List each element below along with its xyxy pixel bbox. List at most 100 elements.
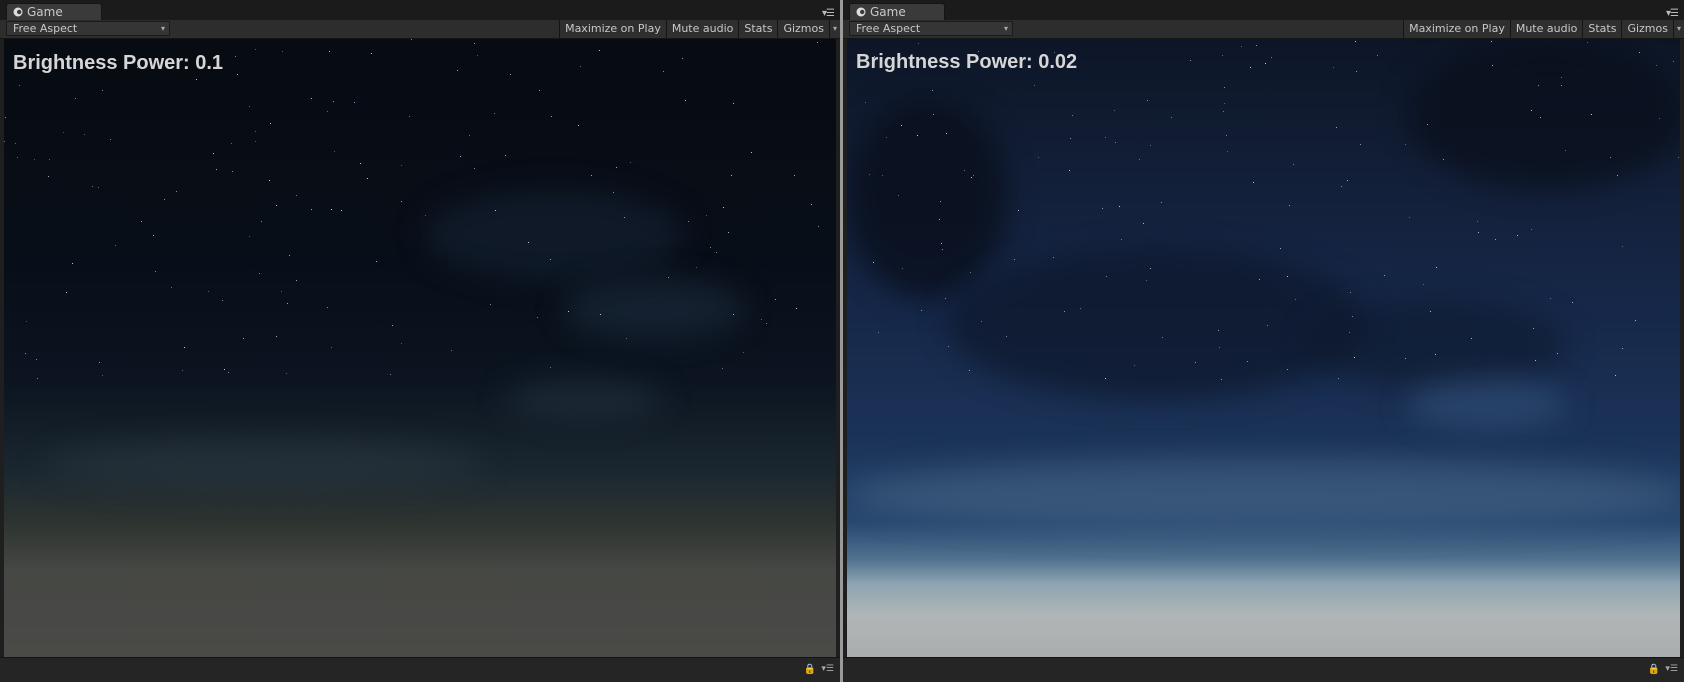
star [1080,308,1081,309]
star [216,169,217,170]
star [722,368,723,369]
mute-audio-button[interactable]: Mute audio [665,20,739,38]
star [539,90,540,91]
star [1147,100,1148,101]
star [1673,61,1674,62]
star [1226,135,1227,136]
stats-button[interactable]: Stats [738,20,778,38]
star [1622,246,1623,247]
star [688,221,689,222]
menu-icon[interactable]: ▾☰ [821,664,834,674]
star [213,153,214,154]
star [624,217,625,218]
game-toolbar: Free Aspect ▾ Maximize on Play Mute audi… [843,20,1684,39]
star [392,325,393,326]
star [1347,180,1348,181]
star [34,159,35,160]
star [1550,298,1551,299]
star [84,134,85,135]
star [723,207,724,208]
star [243,338,244,339]
star [102,90,103,91]
aspect-dropdown[interactable]: Free Aspect ▾ [849,21,1013,36]
star [1517,235,1518,236]
lock-icon[interactable]: 🔒 [804,664,816,675]
brightness-label: Brightness Power: 0.02 [856,51,1078,73]
star [682,58,683,59]
menu-icon[interactable]: ▾☰ [1666,8,1679,19]
star [600,314,601,315]
star [1405,358,1406,359]
star [1535,360,1536,361]
star [17,157,18,158]
star [1195,362,1196,363]
star [1561,85,1562,86]
star [1471,338,1472,339]
star [528,242,529,243]
star [1143,223,1144,224]
gizmos-dropdown-icon[interactable]: ▾ [828,20,840,38]
tab-game[interactable]: Game [6,3,102,20]
star [341,210,342,211]
star [1105,378,1106,379]
star [1106,276,1107,277]
star [1280,248,1281,249]
gizmos-button[interactable]: Gizmos [777,20,829,38]
star [249,236,250,237]
star [1224,87,1225,88]
star [1533,328,1534,329]
gizmos-dropdown-icon[interactable]: ▾ [1672,20,1684,38]
star [269,180,270,181]
star [477,55,478,56]
cloud [1407,39,1680,189]
star [537,317,538,318]
cloud [1307,299,1567,389]
maximize-on-play-button[interactable]: Maximize on Play [559,20,666,38]
tab-game[interactable]: Game [849,3,945,20]
game-viewport[interactable]: Brightness Power: 0.02 [847,39,1680,658]
star [75,98,76,99]
star [19,85,20,86]
star [1018,210,1019,211]
aspect-dropdown[interactable]: Free Aspect ▾ [6,21,170,36]
maximize-on-play-button[interactable]: Maximize on Play [1403,20,1510,38]
star [1105,137,1106,138]
star [1557,353,1558,354]
star [222,300,223,301]
star [1477,221,1478,222]
star [231,143,232,144]
star [371,53,372,54]
game-viewport[interactable]: Brightness Power: 0.1 [4,39,836,658]
star [171,287,172,288]
mute-audio-button[interactable]: Mute audio [1509,20,1583,38]
star [98,187,99,188]
star [1443,159,1444,160]
star [311,209,312,210]
star [1356,71,1357,72]
star [276,336,277,337]
gizmos-button[interactable]: Gizmos [1621,20,1673,38]
stats-button[interactable]: Stats [1582,20,1622,38]
game-view-panel-left: Game ▾☰ Free Aspect ▾ Maximize on Play M… [0,0,840,682]
star [1271,57,1272,58]
star [270,123,271,124]
star [932,90,933,91]
star [1350,292,1351,293]
menu-icon[interactable]: ▾☰ [1665,664,1678,674]
menu-icon[interactable]: ▾☰ [822,8,835,19]
star [1034,85,1035,86]
cloud [564,279,744,339]
star [1587,42,1588,43]
star [1247,361,1248,362]
star [1639,52,1640,53]
star [196,79,197,80]
star [1341,186,1342,187]
star [457,70,458,71]
star [973,175,974,176]
star [886,137,887,138]
star [865,102,866,103]
tab-bar: Game ▾☰ [0,0,840,21]
lock-icon[interactable]: 🔒 [1648,664,1660,675]
star [898,195,899,196]
star [663,71,664,72]
